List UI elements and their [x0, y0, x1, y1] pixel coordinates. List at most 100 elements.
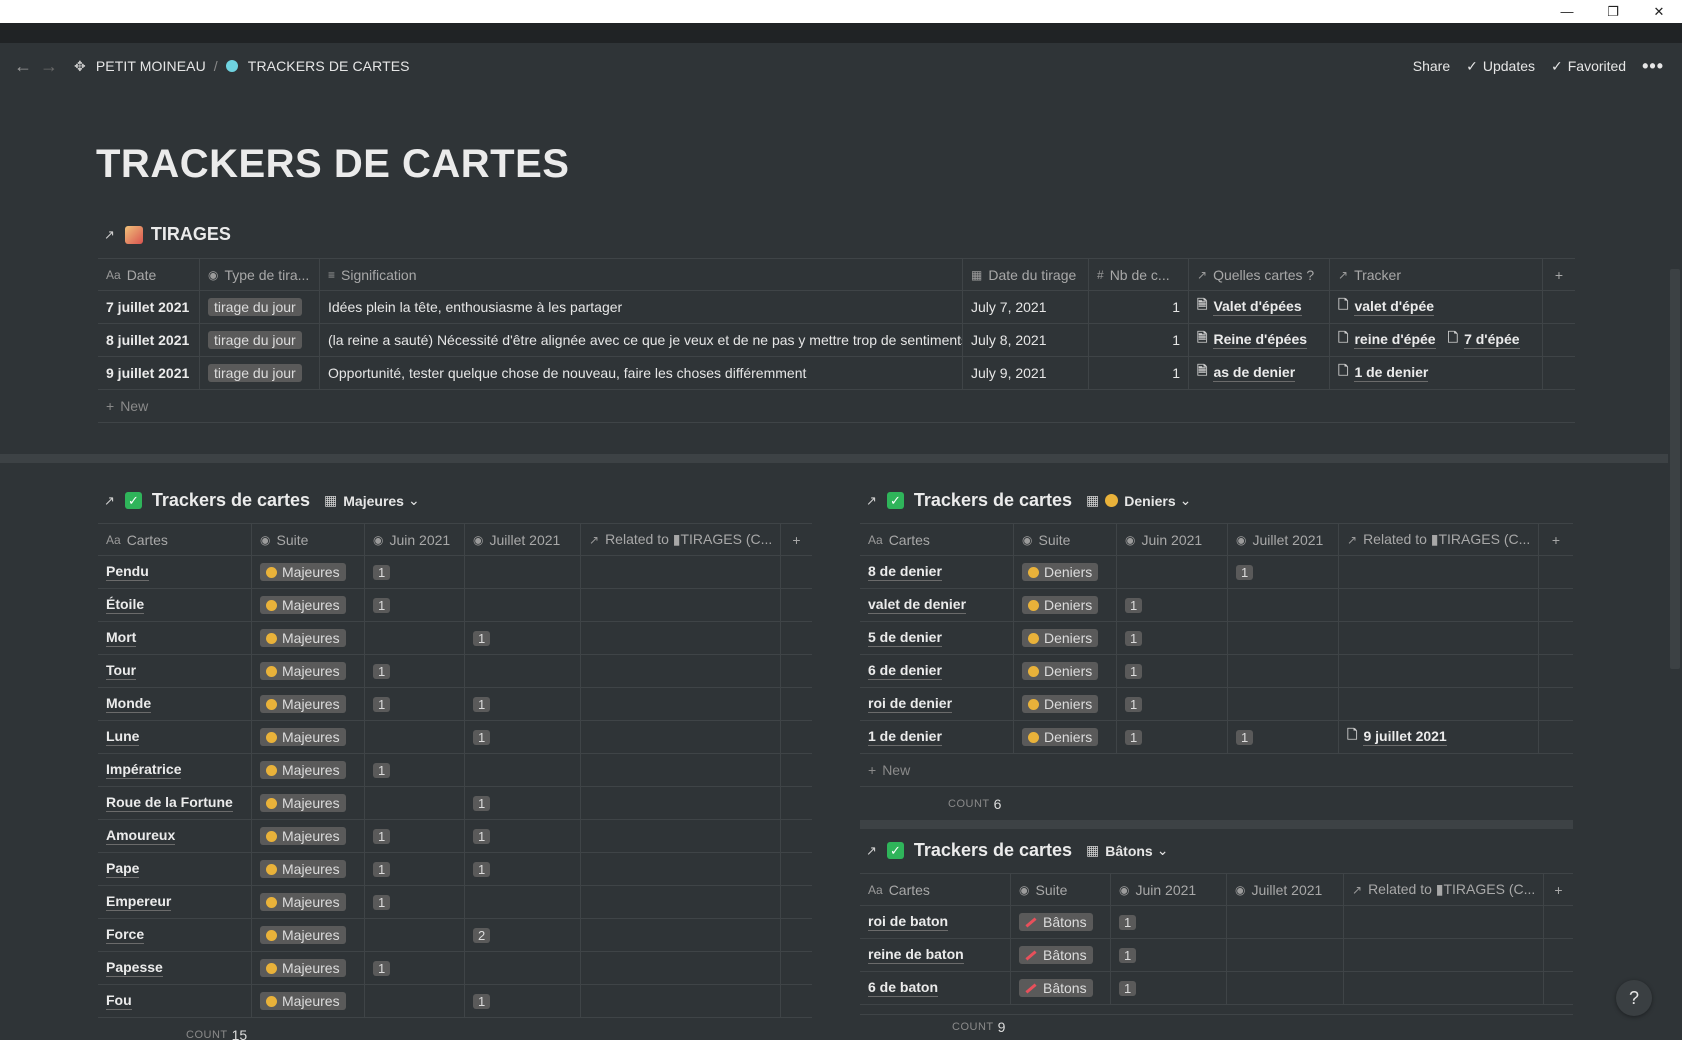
table-row[interactable]: Force Majeures 2	[98, 919, 812, 952]
table-row[interactable]: Empereur Majeures 1	[98, 886, 812, 919]
row-juillet[interactable]	[465, 589, 581, 621]
row-carte[interactable]: 6 de denier	[860, 655, 1014, 687]
row-carte[interactable]: Empereur	[98, 886, 252, 918]
col-suite[interactable]: ◉ Suite	[1014, 524, 1117, 555]
row-date-tirage[interactable]: July 7, 2021	[963, 291, 1089, 323]
restore-button[interactable]: ❐	[1590, 0, 1636, 23]
row-date-tirage[interactable]: July 8, 2021	[963, 324, 1089, 356]
row-juin[interactable]	[365, 622, 465, 654]
cartes-link[interactable]: Reine d'épées	[1213, 331, 1308, 349]
row-juillet[interactable]	[465, 556, 581, 588]
carte-link[interactable]: Fou	[106, 992, 132, 1010]
updates-button[interactable]: ✓ Updates	[1466, 58, 1535, 75]
table-row[interactable]: 8 juillet 2021 tirage du jour (la reine …	[98, 324, 1575, 357]
carte-link[interactable]: Pape	[106, 860, 140, 878]
table-row[interactable]: roi de baton Bâtons 1	[860, 906, 1573, 939]
row-juin[interactable]: 1	[1117, 589, 1228, 621]
table-row[interactable]: Lune Majeures 1	[98, 721, 812, 754]
row-related[interactable]	[581, 985, 781, 1017]
scrollbar-thumb[interactable]	[1670, 269, 1680, 669]
col-juin[interactable]: ◉ Juin 2021	[1111, 874, 1227, 905]
row-juillet[interactable]	[1228, 688, 1339, 720]
deniers-title[interactable]: Trackers de cartes	[914, 490, 1072, 511]
row-carte[interactable]: Impératrice	[98, 754, 252, 786]
row-carte[interactable]: Papesse	[98, 952, 252, 984]
row-juin[interactable]: 1	[1111, 972, 1227, 1004]
col-juin[interactable]: ◉ Juin 2021	[1117, 524, 1228, 555]
table-row[interactable]: 1 de denier Deniers 1 1 🗋 9 juillet 2021	[860, 721, 1573, 754]
row-carte[interactable]: valet de denier	[860, 589, 1014, 621]
col-related[interactable]: ↗ Related to ▮TIRAGES (C...	[1344, 874, 1544, 905]
table-row[interactable]: Pendu Majeures 1	[98, 556, 812, 589]
row-juin[interactable]	[365, 985, 465, 1017]
row-juin[interactable]: 1	[1111, 939, 1227, 971]
row-juillet[interactable]: 1	[465, 985, 581, 1017]
row-suite[interactable]: Majeures	[252, 688, 365, 720]
add-column-icon[interactable]: +	[1544, 874, 1573, 905]
breadcrumb-page[interactable]: TRACKERS DE CARTES	[248, 58, 410, 74]
deniers-view-select[interactable]: ▦ Deniers ⌄	[1086, 492, 1191, 509]
row-juillet[interactable]	[1227, 906, 1344, 938]
row-juillet[interactable]: 2	[465, 919, 581, 951]
row-suite[interactable]: Majeures	[252, 754, 365, 786]
col-cartes[interactable]: Aa Cartes	[860, 524, 1014, 555]
carte-link[interactable]: Mort	[106, 629, 137, 647]
row-carte[interactable]: Lune	[98, 721, 252, 753]
row-related[interactable]	[581, 952, 781, 984]
row-juin[interactable]	[365, 721, 465, 753]
row-juillet[interactable]: 1	[465, 622, 581, 654]
tirages-title[interactable]: TIRAGES	[151, 224, 231, 245]
carte-link[interactable]: 1 de denier	[868, 728, 942, 746]
row-juillet[interactable]	[1227, 939, 1344, 971]
row-suite[interactable]: Deniers	[1014, 721, 1117, 753]
table-row[interactable]: Tour Majeures 1	[98, 655, 812, 688]
row-juin[interactable]: 1	[1117, 721, 1228, 753]
table-row[interactable]: Mort Majeures 1	[98, 622, 812, 655]
scrollbar[interactable]	[1668, 89, 1682, 1040]
row-nb[interactable]: 1	[1089, 291, 1189, 323]
table-row[interactable]: Monde Majeures 1 1	[98, 688, 812, 721]
help-button[interactable]: ?	[1616, 980, 1652, 1016]
row-signification[interactable]: Idées plein la tête, enthousiasme à les …	[320, 291, 963, 323]
row-carte[interactable]: Roue de la Fortune	[98, 787, 252, 819]
linked-arrow-icon[interactable]: ↗	[104, 493, 115, 509]
carte-link[interactable]: Tour	[106, 662, 137, 680]
table-row[interactable]: Impératrice Majeures 1	[98, 754, 812, 787]
row-carte[interactable]: 1 de denier	[860, 721, 1014, 753]
table-row[interactable]: Roue de la Fortune Majeures 1	[98, 787, 812, 820]
col-type[interactable]: ◉ Type de tira...	[200, 259, 320, 290]
row-related[interactable]	[1344, 939, 1544, 971]
col-juillet[interactable]: ◉ Juillet 2021	[1227, 874, 1344, 905]
carte-link[interactable]: Monde	[106, 695, 152, 713]
row-juin[interactable]: 1	[365, 853, 465, 885]
row-suite[interactable]: Majeures	[252, 721, 365, 753]
row-suite[interactable]: Majeures	[252, 655, 365, 687]
row-carte[interactable]: roi de denier	[860, 688, 1014, 720]
row-suite[interactable]: Majeures	[252, 622, 365, 654]
row-suite[interactable]: Deniers	[1014, 556, 1117, 588]
linked-arrow-icon[interactable]: ↗	[866, 493, 877, 509]
row-suite[interactable]: Majeures	[252, 952, 365, 984]
row-carte[interactable]: reine de baton	[860, 939, 1011, 971]
col-tracker[interactable]: ↗ Tracker	[1330, 259, 1543, 290]
row-suite[interactable]: Majeures	[252, 886, 365, 918]
table-row[interactable]: Amoureux Majeures 1 1	[98, 820, 812, 853]
row-juillet[interactable]: 1	[465, 853, 581, 885]
carte-link[interactable]: Étoile	[106, 596, 145, 614]
col-signification[interactable]: ≡ Signification	[320, 259, 963, 290]
linked-arrow-icon[interactable]: ↗	[104, 227, 115, 243]
row-suite[interactable]: Majeures	[252, 787, 365, 819]
carte-link[interactable]: Force	[106, 926, 145, 944]
add-column-icon[interactable]: +	[1539, 524, 1573, 555]
row-nb[interactable]: 1	[1089, 324, 1189, 356]
row-juillet[interactable]	[465, 655, 581, 687]
table-row[interactable]: 9 juillet 2021 tirage du jour Opportunit…	[98, 357, 1575, 390]
row-suite[interactable]: Majeures	[252, 820, 365, 852]
tracker-link-2[interactable]: 7 d'épée	[1464, 331, 1520, 349]
col-related[interactable]: ↗ Related to ▮TIRAGES (C...	[581, 524, 781, 555]
row-suite[interactable]: Bâtons	[1011, 972, 1111, 1004]
carte-link[interactable]: 6 de baton	[868, 979, 939, 997]
favorited-button[interactable]: ✓ Favorited	[1551, 58, 1626, 75]
carte-link[interactable]: reine de baton	[868, 946, 964, 964]
row-juin[interactable]: 1	[1117, 655, 1228, 687]
